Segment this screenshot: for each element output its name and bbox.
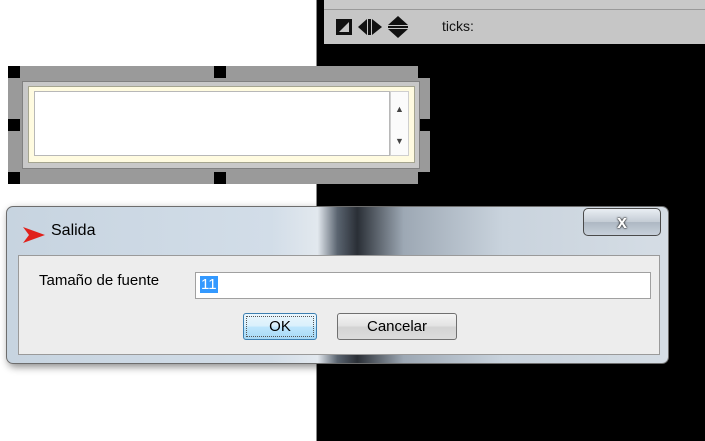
resize-handle-bottom-center[interactable] [214, 172, 226, 184]
cancel-button[interactable]: Cancelar [337, 313, 457, 340]
red-arrow-icon [23, 227, 45, 248]
dialog-title: Salida [51, 222, 96, 239]
resize-handle-bottom-right[interactable] [418, 172, 430, 184]
salida-dialog: Salida x Tamaño de fuente 11 OK Cancelar [6, 206, 669, 364]
font-size-label: Tamaño de fuente [39, 272, 160, 289]
font-size-value: 11 [200, 276, 218, 293]
scroll-down-icon[interactable]: ▼ [395, 136, 404, 146]
resize-handle-top-center[interactable] [214, 66, 226, 78]
resize-handle-top-right[interactable] [418, 66, 430, 78]
left-right-arrows-icon[interactable] [358, 19, 382, 40]
panel-top-strip [324, 0, 705, 9]
vertical-scrollbar[interactable]: ▲ ▼ [390, 91, 409, 156]
dialog-body: Tamaño de fuente 11 OK Cancelar [18, 255, 660, 355]
font-size-input[interactable]: 11 [195, 272, 651, 299]
scroll-up-icon[interactable]: ▲ [395, 104, 404, 114]
square-diagonal-icon[interactable] [336, 19, 352, 40]
close-button[interactable]: x [583, 208, 661, 236]
resize-handle-top-left[interactable] [8, 66, 20, 78]
panel-toolbar: ticks: [324, 9, 705, 44]
ok-button[interactable]: OK [243, 313, 317, 340]
text-area[interactable] [34, 91, 390, 156]
ticks-label: ticks: [442, 18, 474, 34]
resize-handle-bottom-left[interactable] [8, 172, 20, 184]
up-down-arrows-icon[interactable] [388, 16, 408, 43]
resize-handle-middle-left[interactable] [8, 119, 20, 131]
